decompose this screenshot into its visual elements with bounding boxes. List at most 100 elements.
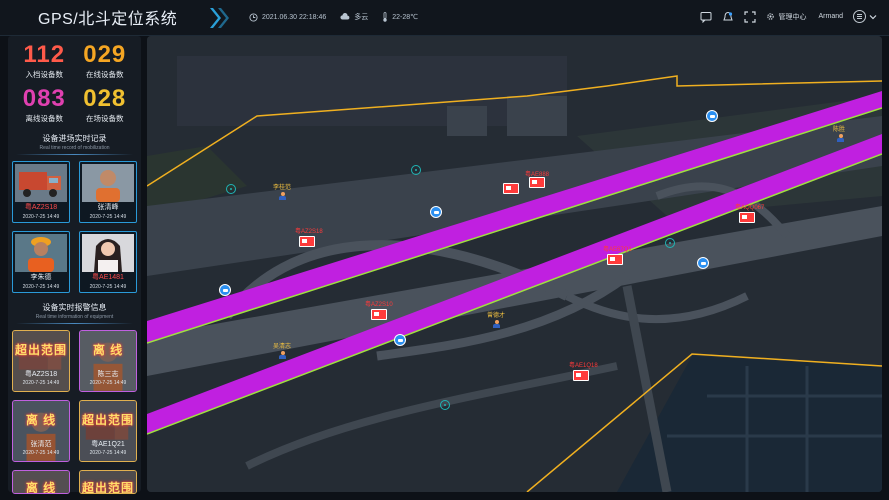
mobilization-cards: 粤AZ2S18 2020-7-25 14:49 张清峰 2020-7-25 14… <box>8 161 141 293</box>
alarm-card[interactable]: 超出范围 <box>79 470 137 494</box>
card-time: 2020-7-25 14:49 <box>89 284 127 290</box>
alarm-card[interactable]: 离 线 <box>12 470 70 494</box>
map-canvas <box>147 36 882 492</box>
weather-text: 多云 <box>354 14 369 21</box>
alarm-title: 设备实时报警信息 <box>42 303 107 312</box>
camera-marker-icon[interactable] <box>394 334 406 346</box>
truck-marker-icon[interactable] <box>573 370 589 381</box>
mobilization-title: 设备进场实时记录 <box>42 134 107 143</box>
card-time: 2020-7-25 14:49 <box>89 380 127 386</box>
stat-value: 028 <box>83 85 127 112</box>
location-pin-icon[interactable] <box>665 238 675 248</box>
stat-label: 入档设备数 <box>25 70 64 79</box>
vehicle-label: 粤AQQ067 <box>735 205 765 211</box>
temperature-text: 22-28℃ <box>392 14 418 21</box>
top-bar: GPS/北斗定位系统 2021.06.30 22:18:46 多云 22-28℃ <box>0 0 889 36</box>
stats-grid: 112 入档设备数 029 在线设备数 083 离线设备数 028 在场设备数 <box>8 36 141 128</box>
truck-marker-icon[interactable] <box>607 254 623 265</box>
card-name: 粤AE1481 <box>92 274 124 281</box>
datetime: 2021.06.30 22:18:46 <box>262 13 327 21</box>
alarm-badge: 超出范围 <box>14 343 67 357</box>
stat-value: 029 <box>83 41 127 68</box>
alarm-card[interactable]: 超出范围 粤AE1Q21 2020-7-25 14:49 <box>79 400 137 462</box>
card-name: 粤AZ2S18 <box>24 371 58 378</box>
card-name: 陈三志 <box>97 371 119 378</box>
alarm-badge: 超出范围 <box>81 413 134 427</box>
person-marker-icon[interactable] <box>279 351 286 359</box>
camera-marker-icon[interactable] <box>697 257 709 269</box>
message-icon[interactable] <box>700 11 712 23</box>
card-name: 张清峰 <box>97 204 119 211</box>
alarm-badge: 离 线 <box>92 343 124 357</box>
person-marker-icon[interactable] <box>493 320 500 328</box>
app-title: GPS/北斗定位系统 <box>38 11 178 28</box>
vehicle-label: 粤AE67Q1 <box>603 247 632 253</box>
person-photo <box>82 234 134 272</box>
cloud-icon <box>340 13 350 20</box>
card-time: 2020-7-25 14:49 <box>89 450 127 456</box>
alarm-subtitle: Real time information of equipment <box>35 314 114 320</box>
management-center-link[interactable]: 管理中心 <box>778 12 806 22</box>
gear-icon[interactable] <box>766 12 775 21</box>
thermometer-icon <box>383 12 387 22</box>
alarm-badge: 离 线 <box>25 481 57 494</box>
stat-offline-devices: 083 离线设备数 <box>14 84 75 128</box>
fullscreen-icon[interactable] <box>744 10 757 23</box>
stat-value: 112 <box>23 41 66 68</box>
card-name: 张清范 <box>30 441 52 448</box>
mobilization-section-title: 设备进场实时记录 Real time record of mobilizatio… <box>8 133 141 151</box>
stat-onsite-devices: 028 在场设备数 <box>75 84 136 128</box>
card-name: 李朱德 <box>30 274 52 281</box>
card-time: 2020-7-25 14:49 <box>22 380 60 386</box>
mobilization-card[interactable]: 张清峰 2020-7-25 14:49 <box>79 161 137 223</box>
location-pin-icon[interactable] <box>440 400 450 410</box>
clock-icon <box>249 12 258 22</box>
alarm-badge: 超出范围 <box>81 481 134 494</box>
person-label: 陈胜 <box>833 127 846 133</box>
person-marker-icon[interactable] <box>279 192 286 200</box>
card-name: 粤AZ2S18 <box>24 204 58 211</box>
alarm-badge: 离 线 <box>25 413 57 427</box>
truck-marker-icon[interactable] <box>739 212 755 223</box>
stat-label: 在场设备数 <box>86 114 124 123</box>
card-time: 2020-7-25 14:49 <box>22 450 60 456</box>
chevron-down-icon[interactable] <box>869 13 877 21</box>
person-label: 曾德才 <box>487 313 506 319</box>
stat-label: 离线设备数 <box>25 114 64 123</box>
truck-marker-icon[interactable] <box>371 309 387 320</box>
truck-marker-icon[interactable] <box>529 177 545 188</box>
stat-online-devices: 029 在线设备数 <box>75 40 136 84</box>
alarm-card[interactable]: 离 线 陈三志 2020-7-25 14:49 <box>79 330 137 392</box>
location-pin-icon[interactable] <box>411 165 421 175</box>
avatar[interactable] <box>853 10 866 23</box>
truck-marker-icon[interactable] <box>503 183 519 194</box>
camera-marker-icon[interactable] <box>706 110 718 122</box>
divider <box>16 154 133 155</box>
username[interactable]: Armand <box>818 13 843 20</box>
alarm-cards: 超出范围 粤AZ2S18 2020-7-25 14:49 离 线 陈三志 202… <box>8 330 141 494</box>
vehicle-label: 粤AE1Q18 <box>569 363 598 369</box>
person-photo <box>15 234 67 272</box>
alarm-card[interactable]: 离 线 张清范 2020-7-25 14:49 <box>12 400 70 462</box>
vehicle-label: 粤AZ2S10 <box>365 302 393 308</box>
stat-archived-devices: 112 入档设备数 <box>14 40 75 84</box>
vehicle-label: 粤AZ2S18 <box>295 229 323 235</box>
person-marker-icon[interactable] <box>837 134 844 142</box>
mobilization-card[interactable]: 粤AZ2S18 2020-7-25 14:49 <box>12 161 70 223</box>
map-view[interactable]: 李桂范 陈胜 曾德才 吴清志 粤AE888 粤AZ2S18 粤AQQ067 粤A… <box>147 36 882 492</box>
truck-marker-icon[interactable] <box>299 236 315 247</box>
notification-bell-icon[interactable] <box>722 11 734 23</box>
mobilization-card[interactable]: 李朱德 2020-7-25 14:49 <box>12 231 70 293</box>
left-panel: 112 入档设备数 029 在线设备数 083 离线设备数 028 在场设备数 … <box>8 36 141 494</box>
alarm-card[interactable]: 超出范围 粤AZ2S18 2020-7-25 14:49 <box>12 330 70 392</box>
camera-marker-icon[interactable] <box>219 284 231 296</box>
person-label: 李桂范 <box>273 185 292 191</box>
divider <box>16 323 133 324</box>
stat-value: 083 <box>22 85 66 112</box>
location-pin-icon[interactable] <box>226 184 236 194</box>
mobilization-card[interactable]: 粤AE1481 2020-7-25 14:49 <box>79 231 137 293</box>
header-tools: 管理中心 Armand <box>700 10 877 23</box>
status-bar: 2021.06.30 22:18:46 多云 22-28℃ <box>249 12 422 22</box>
camera-marker-icon[interactable] <box>430 206 442 218</box>
card-time: 2020-7-25 14:49 <box>89 214 127 220</box>
